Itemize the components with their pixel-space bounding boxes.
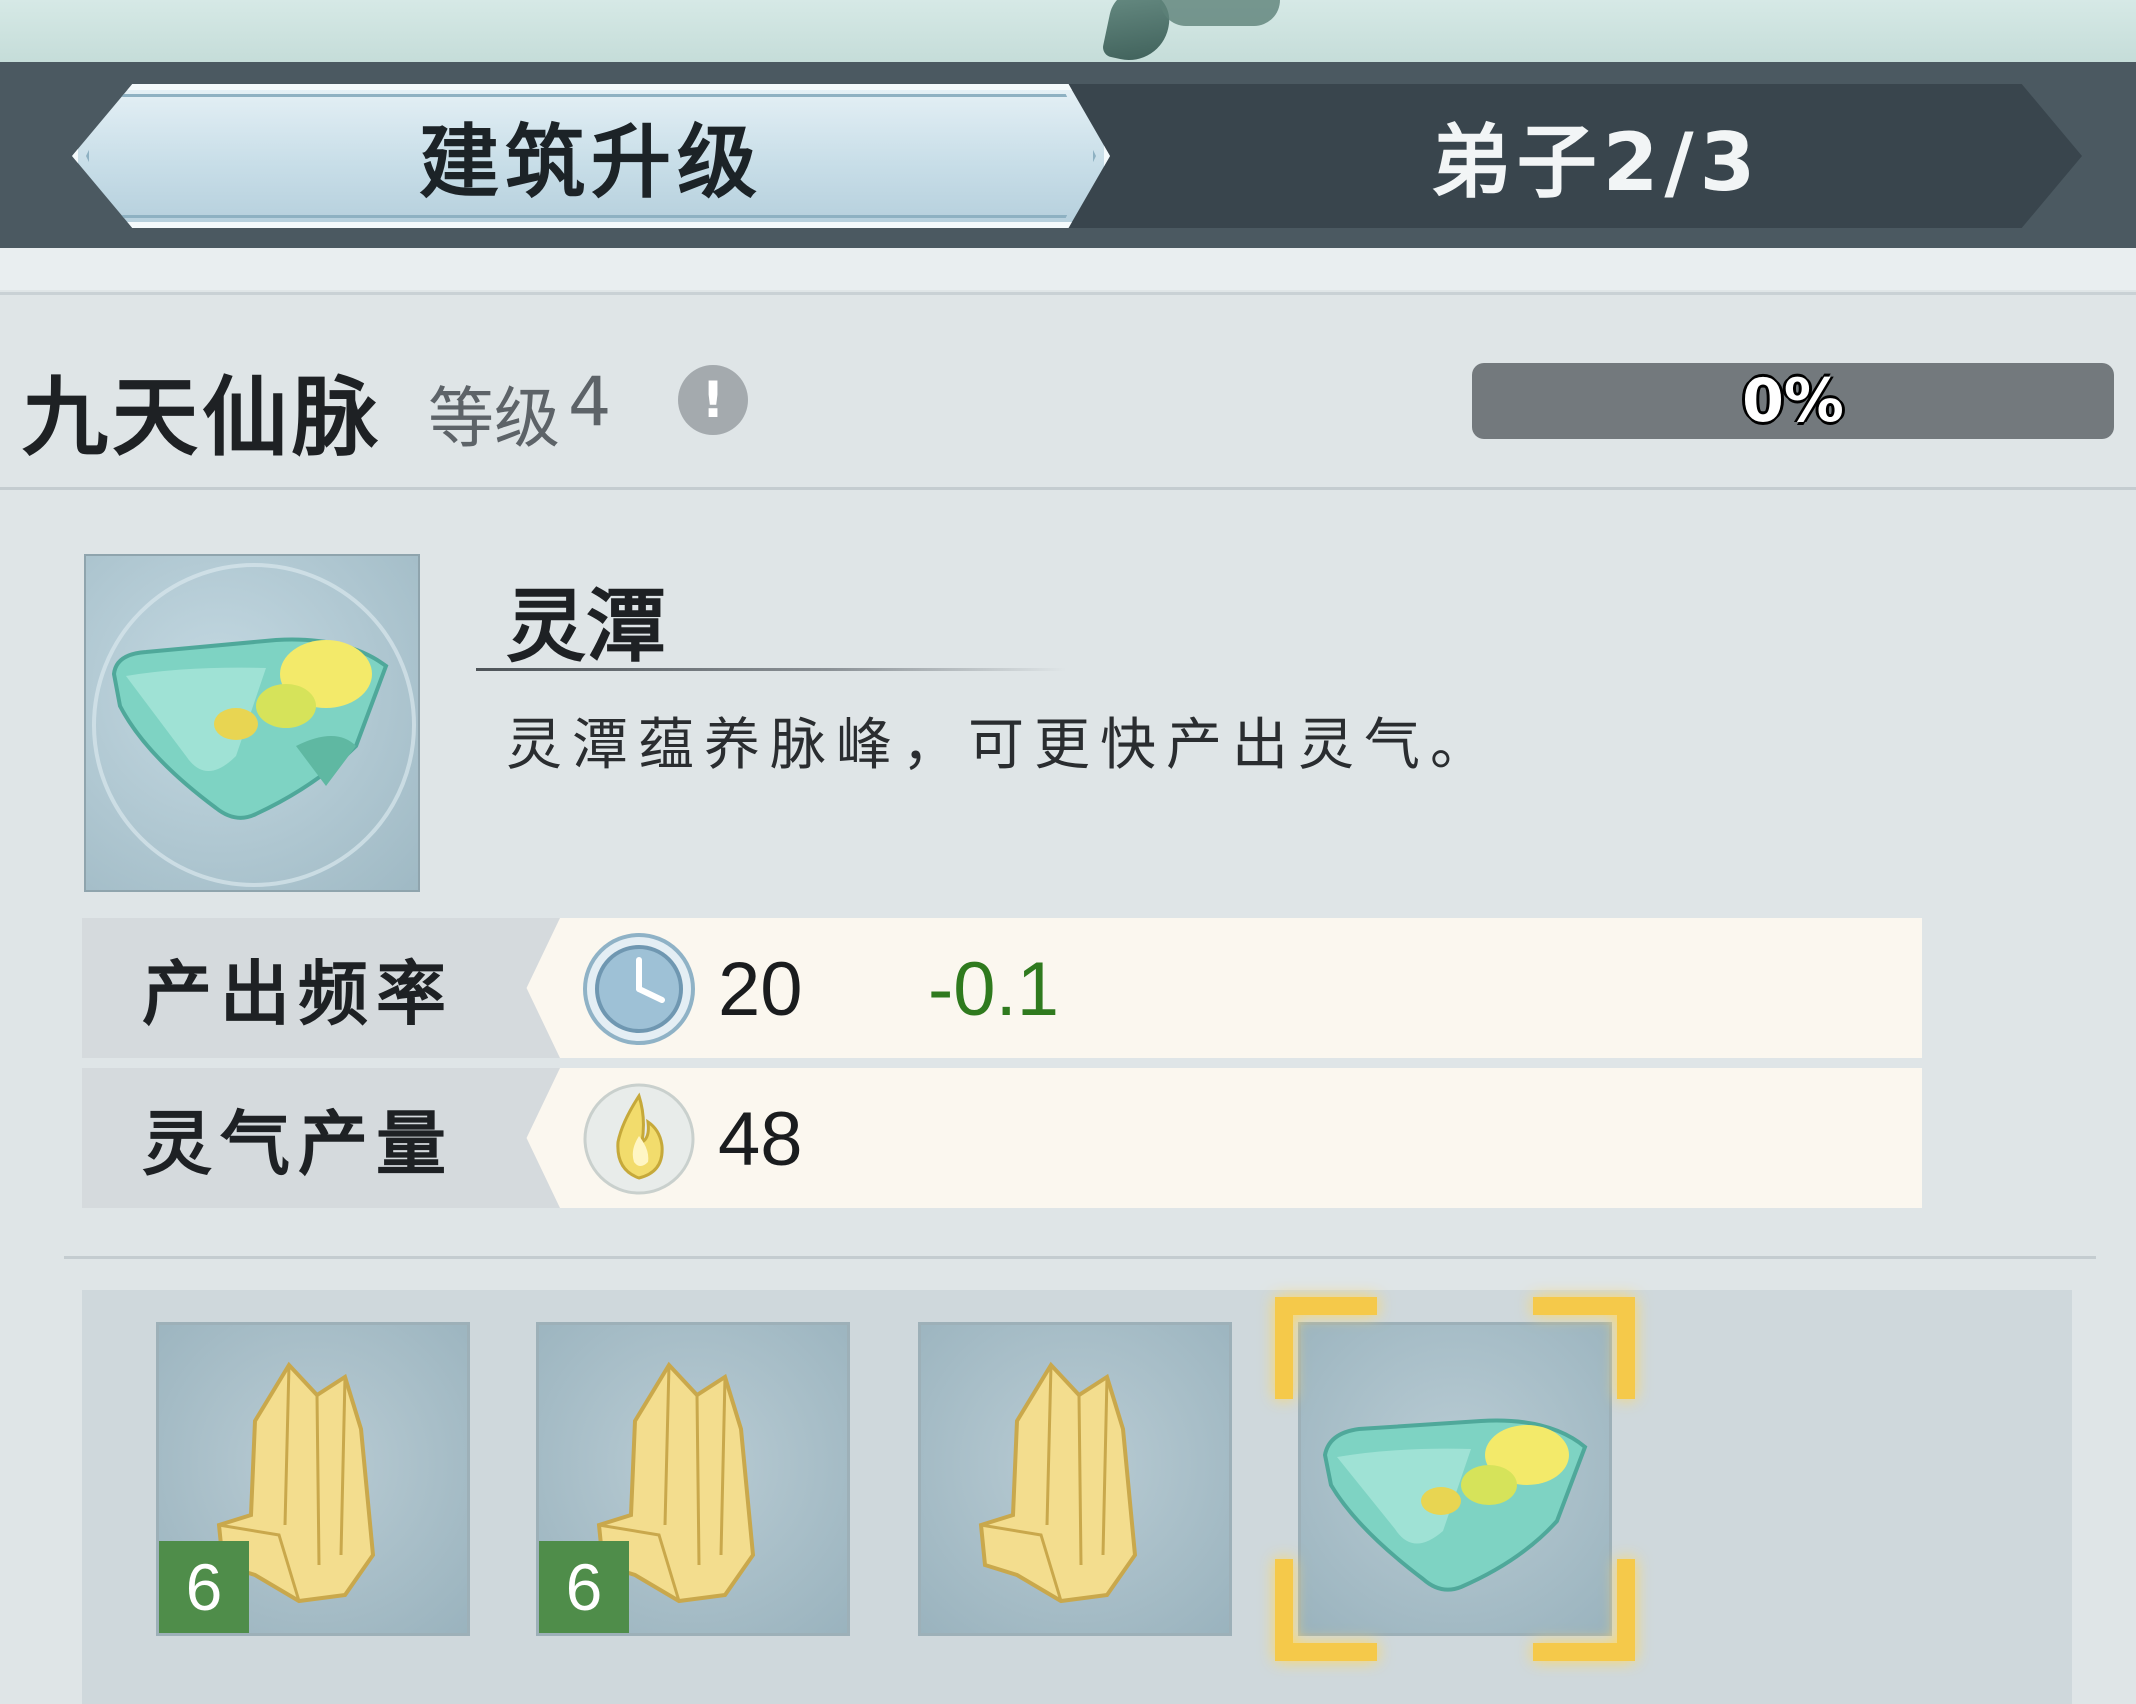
selection-corner (1533, 1297, 1635, 1399)
building-description: 灵潭蕴养脉峰，可更快产出灵气。 (506, 713, 1496, 778)
scenery-leaf (1160, 0, 1280, 26)
stat-value-output-rate: 20 (718, 947, 803, 1032)
slot-item-selected[interactable] (1275, 1297, 1635, 1661)
selection-corner (1275, 1297, 1377, 1399)
tab-building-upgrade-label: 建筑升级 (419, 116, 763, 209)
selection-corner (1533, 1559, 1635, 1661)
tab-track: 建筑升级 弟子2/3 (72, 84, 2082, 228)
stat-row-spirit-yield: 灵气产量 48 (82, 1068, 1922, 1208)
stat-row-output-rate: 产出频率 20 -0.1 (82, 918, 1922, 1058)
stat-label-output-rate: 产出频率 (82, 918, 560, 1058)
stat-delta-output-rate: -0.1 (928, 947, 1059, 1032)
tab-building-upgrade[interactable]: 建筑升级 (72, 84, 1110, 228)
upgrade-progress-bar: 0% (1472, 363, 2114, 439)
name-divider (476, 668, 1066, 671)
section-divider (64, 1256, 2096, 1259)
slot-item[interactable]: 6 (536, 1322, 850, 1636)
slot-item[interactable]: 6 (156, 1322, 470, 1636)
level-value: 4 (568, 363, 612, 442)
progress-text: 0% (1742, 366, 1844, 436)
tab-disciples[interactable]: 弟子2/3 (1110, 84, 2082, 228)
divider-band (0, 248, 2136, 290)
building-title: 九天仙脉 (22, 367, 382, 468)
building-header: 九天仙脉 等级 4 ! 0% (0, 292, 2136, 490)
spirit-pool-icon (84, 554, 420, 892)
stat-label-spirit-yield: 灵气产量 (82, 1068, 560, 1208)
tab-disciples-label: 弟子2/3 (1430, 116, 1762, 209)
tab-bar: 建筑升级 弟子2/3 (0, 62, 2136, 248)
slot-item[interactable] (918, 1322, 1232, 1636)
scenery-strip (0, 0, 2136, 68)
level-label: 等级 (428, 380, 560, 457)
exclamation-icon[interactable]: ! (678, 365, 748, 435)
crystal-pillar-icon (978, 1361, 1138, 1604)
slot-badge: 6 (539, 1541, 629, 1633)
clock-icon (582, 932, 696, 1046)
spirit-flame-icon (582, 1082, 696, 1196)
stat-value-spirit-yield: 48 (718, 1097, 803, 1182)
building-name: 灵潭 (506, 579, 666, 673)
building-slots: 6 6 (82, 1290, 2072, 1704)
selection-corner (1275, 1559, 1377, 1661)
slot-badge: 6 (159, 1541, 249, 1633)
